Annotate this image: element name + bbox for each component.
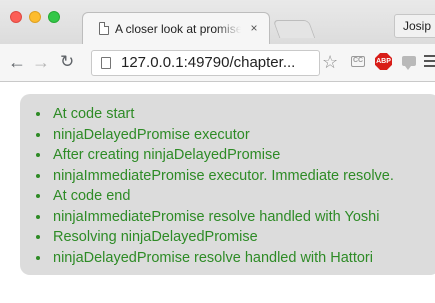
profile-button[interactable]: Josip	[394, 14, 435, 38]
chat-extension-icon[interactable]	[402, 56, 416, 70]
list-item: At code end	[51, 186, 394, 207]
window-maximize-button[interactable]	[48, 11, 60, 23]
url-path: :49790/chapter...	[183, 54, 296, 71]
list-item: At code start	[51, 104, 394, 125]
list-item: Resolving ninjaDelayedPromise	[51, 227, 394, 248]
log-panel: At code start ninjaDelayedPromise execut…	[20, 94, 435, 275]
window-minimize-button[interactable]	[29, 11, 41, 23]
back-arrow-icon[interactable]: ←	[8, 51, 26, 73]
url-host: 127.0.0.1	[121, 54, 184, 71]
browser-toolbar: ← → ↻ 127.0.0.1:49790/chapter... ☆ CC AB…	[0, 44, 435, 82]
cast-icon[interactable]: CC	[351, 56, 365, 67]
list-item: ninjaImmediatePromise resolve handled wi…	[51, 207, 394, 228]
address-bar-url[interactable]: 127.0.0.1:49790/chapter...	[121, 54, 295, 72]
menu-icon[interactable]	[424, 55, 435, 69]
reload-icon[interactable]: ↻	[60, 51, 74, 73]
bookmark-star-icon[interactable]: ☆	[322, 52, 338, 72]
window-close-button[interactable]	[10, 11, 22, 23]
list-item: ninjaDelayedPromise resolve handled with…	[51, 248, 394, 269]
document-icon	[99, 22, 109, 35]
tab-title: A closer look at promise order	[115, 22, 241, 36]
list-item: After creating ninjaDelayedPromise	[51, 145, 394, 166]
list-item: ninjaImmediatePromise executor. Immediat…	[51, 166, 394, 187]
adblock-plus-icon[interactable]: ABP	[375, 53, 392, 70]
forward-arrow-icon[interactable]: →	[32, 51, 50, 73]
new-tab-button[interactable]	[272, 20, 316, 38]
address-bar[interactable]: 127.0.0.1:49790/chapter...	[91, 50, 320, 76]
tab-active[interactable]: A closer look at promise order ×	[82, 12, 270, 44]
window-title-bar: A closer look at promise order × Josip	[0, 0, 435, 44]
page-info-icon[interactable]	[101, 57, 111, 69]
close-icon[interactable]: ×	[247, 20, 261, 36]
log-list: At code start ninjaDelayedPromise execut…	[36, 104, 394, 268]
list-item: ninjaDelayedPromise executor	[51, 125, 394, 146]
